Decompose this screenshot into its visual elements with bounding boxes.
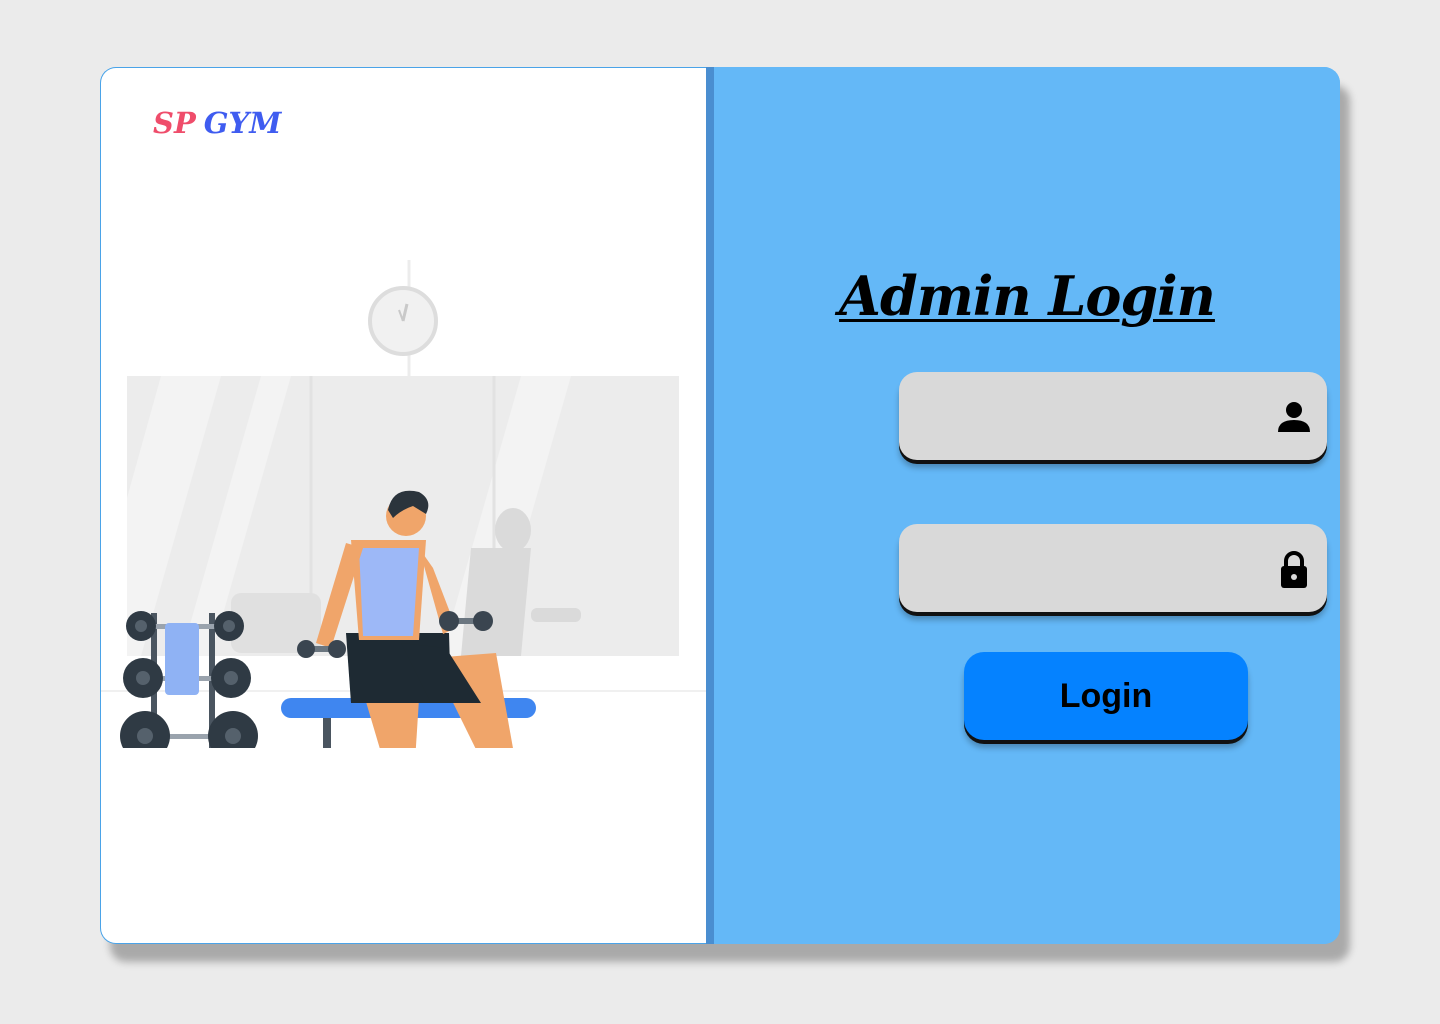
login-card: SP GYM Admin Login Login bbox=[100, 67, 1340, 944]
brand-logo-sp: SP bbox=[153, 106, 196, 140]
gym-illustration bbox=[101, 260, 707, 748]
password-input[interactable] bbox=[921, 524, 1255, 614]
brand-logo: SP GYM bbox=[153, 106, 281, 140]
panel-divider bbox=[706, 67, 714, 944]
login-button[interactable]: Login bbox=[964, 652, 1248, 740]
username-field[interactable] bbox=[899, 372, 1327, 462]
weight-rack bbox=[120, 611, 258, 748]
username-input[interactable] bbox=[921, 372, 1255, 462]
left-panel: SP GYM bbox=[100, 67, 707, 944]
page-title: Admin Login bbox=[839, 264, 1216, 328]
login-panel: Admin Login Login bbox=[714, 67, 1340, 944]
brand-logo-gym: GYM bbox=[203, 106, 282, 140]
user-icon bbox=[1278, 402, 1310, 432]
password-field[interactable] bbox=[899, 524, 1327, 614]
lock-icon bbox=[1281, 551, 1307, 588]
